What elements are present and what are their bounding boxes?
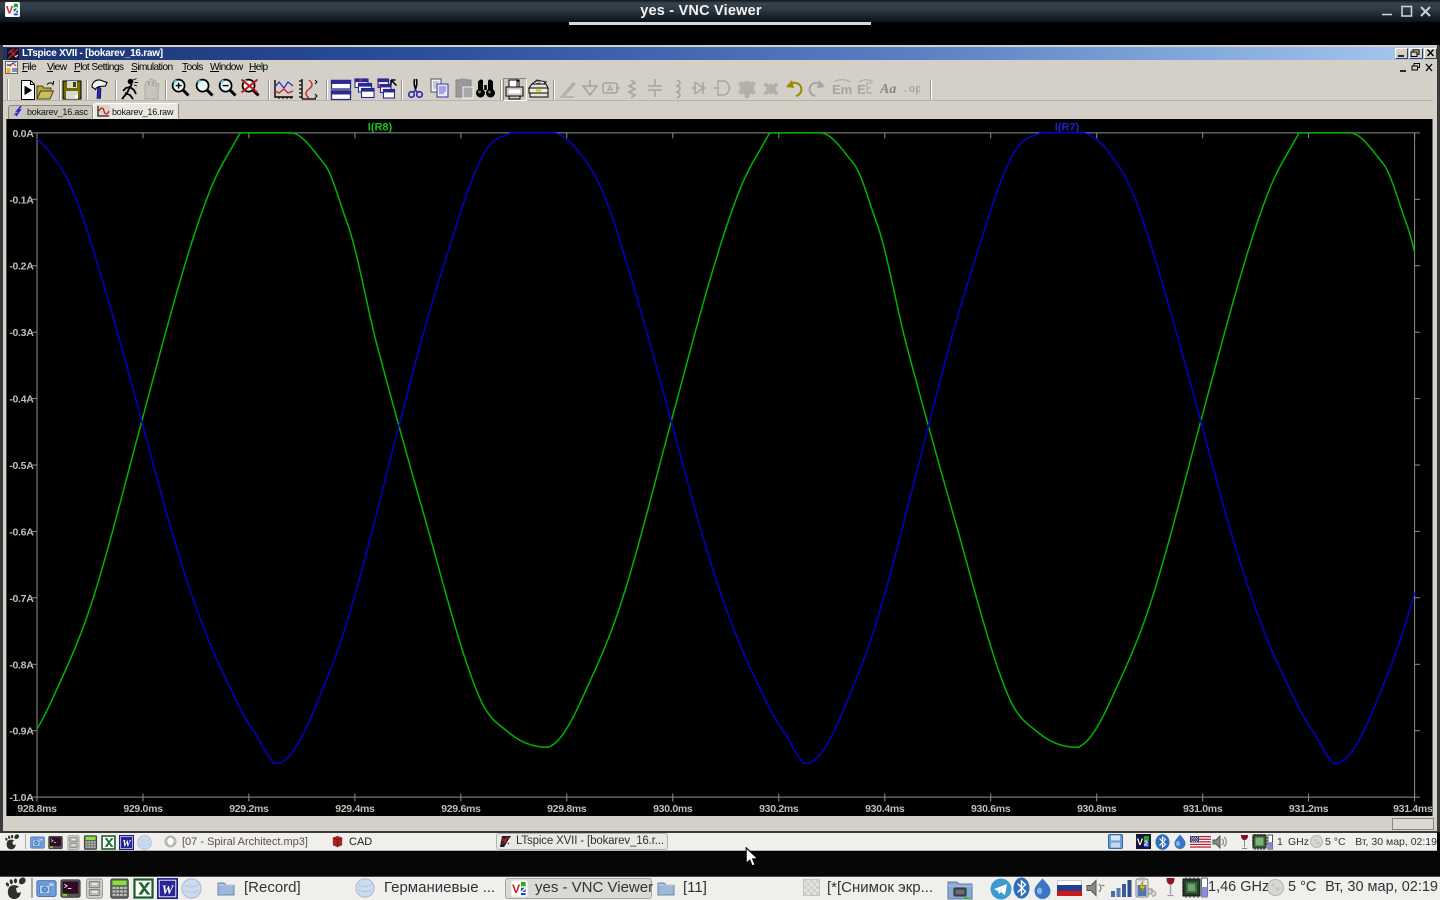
svg-text:-0.3A: -0.3A <box>9 327 34 339</box>
svg-text:I(R7): I(R7) <box>1055 121 1080 133</box>
svg-text:929.4ms: 929.4ms <box>335 803 375 815</box>
svg-text:930.2ms: 930.2ms <box>759 803 799 815</box>
svg-text:2: 2 <box>1144 838 1148 847</box>
svg-text:V: V <box>1137 837 1144 847</box>
svg-text:930.0ms: 930.0ms <box>653 803 693 815</box>
svg-text:W: W <box>122 839 131 849</box>
svg-text:929.8ms: 929.8ms <box>547 803 587 815</box>
svg-text:929.2ms: 929.2ms <box>229 803 269 815</box>
svg-text:Em: Em <box>832 82 852 97</box>
svg-text:930.4ms: 930.4ms <box>865 803 905 815</box>
svg-text:0.0A: 0.0A <box>13 127 35 139</box>
svg-text:930.6ms: 930.6ms <box>971 803 1011 815</box>
svg-text:-0.6A: -0.6A <box>9 526 34 538</box>
svg-text:-0.9A: -0.9A <box>9 725 34 737</box>
svg-text:929.6ms: 929.6ms <box>441 803 481 815</box>
svg-text:931.2ms: 931.2ms <box>1289 803 1329 815</box>
svg-text:-0.1A: -0.1A <box>9 194 34 206</box>
svg-text:.op: .op <box>902 84 920 96</box>
svg-text:A: A <box>607 84 614 94</box>
svg-text:2: 2 <box>520 885 526 896</box>
svg-text:-0.4A: -0.4A <box>9 393 34 405</box>
svg-text:929.0ms: 929.0ms <box>123 803 163 815</box>
svg-text:-0.5A: -0.5A <box>9 460 34 472</box>
svg-text:E: E <box>857 82 866 97</box>
svg-text:I(R8): I(R8) <box>368 121 393 133</box>
svg-text:-0.8A: -0.8A <box>9 659 34 671</box>
svg-text:W: W <box>162 882 175 897</box>
svg-text:930.8ms: 930.8ms <box>1077 803 1117 815</box>
svg-text:-0.7A: -0.7A <box>9 592 34 604</box>
svg-text:Aa: Aa <box>880 82 896 97</box>
svg-text:928.8ms: 928.8ms <box>17 803 57 815</box>
svg-text:-0.2A: -0.2A <box>9 260 34 272</box>
svg-text:931.0ms: 931.0ms <box>1183 803 1223 815</box>
svg-text:931.4ms: 931.4ms <box>1393 803 1432 815</box>
